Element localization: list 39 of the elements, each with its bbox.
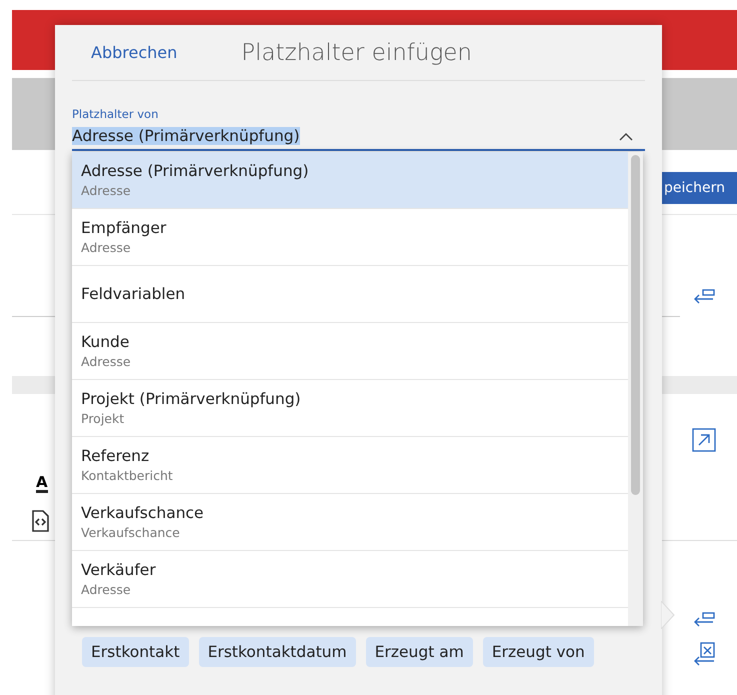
dropdown-option[interactable]: Verkaufschance Verkaufschance — [72, 494, 628, 551]
dropdown-option[interactable]: Feldvariablen — [72, 266, 628, 323]
option-subtitle: Kontaktbericht — [81, 468, 174, 483]
placeholder-chip[interactable]: Erstkontakt — [82, 637, 189, 667]
option-title: Verkaufschance — [81, 504, 205, 522]
option-title: Kunde — [81, 333, 130, 351]
option-title: Adresse (Primärverknüpfung) — [81, 162, 310, 180]
placeholder-chip[interactable]: Erstkontaktdatum — [198, 637, 356, 667]
option-subtitle: Verkaufschance — [81, 525, 181, 540]
option-subtitle: Adresse — [81, 354, 132, 369]
save-button[interactable]: peichern — [662, 172, 737, 204]
dropdown-option[interactable]: Projekt (Primärverknüpfung) Projekt — [72, 380, 628, 437]
option-subtitle: Projekt — [81, 411, 126, 426]
option-subtitle: Adresse — [81, 582, 132, 597]
dropdown-option[interactable]: Kunde Adresse — [72, 323, 628, 380]
scrollbar-thumb[interactable] — [631, 155, 640, 495]
dropdown-option[interactable]: Verkäufer Adresse — [72, 551, 628, 608]
open-external-icon[interactable] — [692, 428, 716, 452]
dropdown-option[interactable]: Empfänger Adresse — [72, 209, 628, 266]
field-value: Adresse (Primärverknüpfung) — [72, 127, 300, 145]
option-subtitle: Adresse — [81, 240, 132, 255]
dropdown-option[interactable]: Adresse (Primärverknüpfung) Adresse — [72, 152, 628, 209]
field-label: Platzhalter von — [72, 107, 160, 121]
insert-icon[interactable] — [692, 611, 716, 629]
dialog-title: Platzhalter einfügen — [241, 40, 472, 66]
option-title: Referenz — [81, 447, 150, 465]
insert-icon[interactable] — [692, 288, 716, 306]
placeholder-chip[interactable]: Erzeugt von — [482, 637, 594, 667]
cancel-link[interactable]: Abbrechen — [91, 43, 178, 62]
option-title: Verkäufer — [81, 561, 157, 579]
option-title: Feldvariablen — [81, 285, 186, 303]
option-title: Empfänger — [81, 219, 168, 237]
dropdown-option[interactable]: Referenz Kontaktbericht — [72, 437, 628, 494]
code-document-icon[interactable] — [31, 510, 49, 532]
option-title: Projekt (Primärverknüpfung) — [81, 390, 302, 408]
option-subtitle: Adresse — [81, 183, 132, 198]
placeholder-chip[interactable]: Erzeugt am — [366, 637, 473, 667]
font-color-button[interactable]: A — [36, 474, 48, 493]
scrollbar[interactable] — [628, 152, 643, 626]
